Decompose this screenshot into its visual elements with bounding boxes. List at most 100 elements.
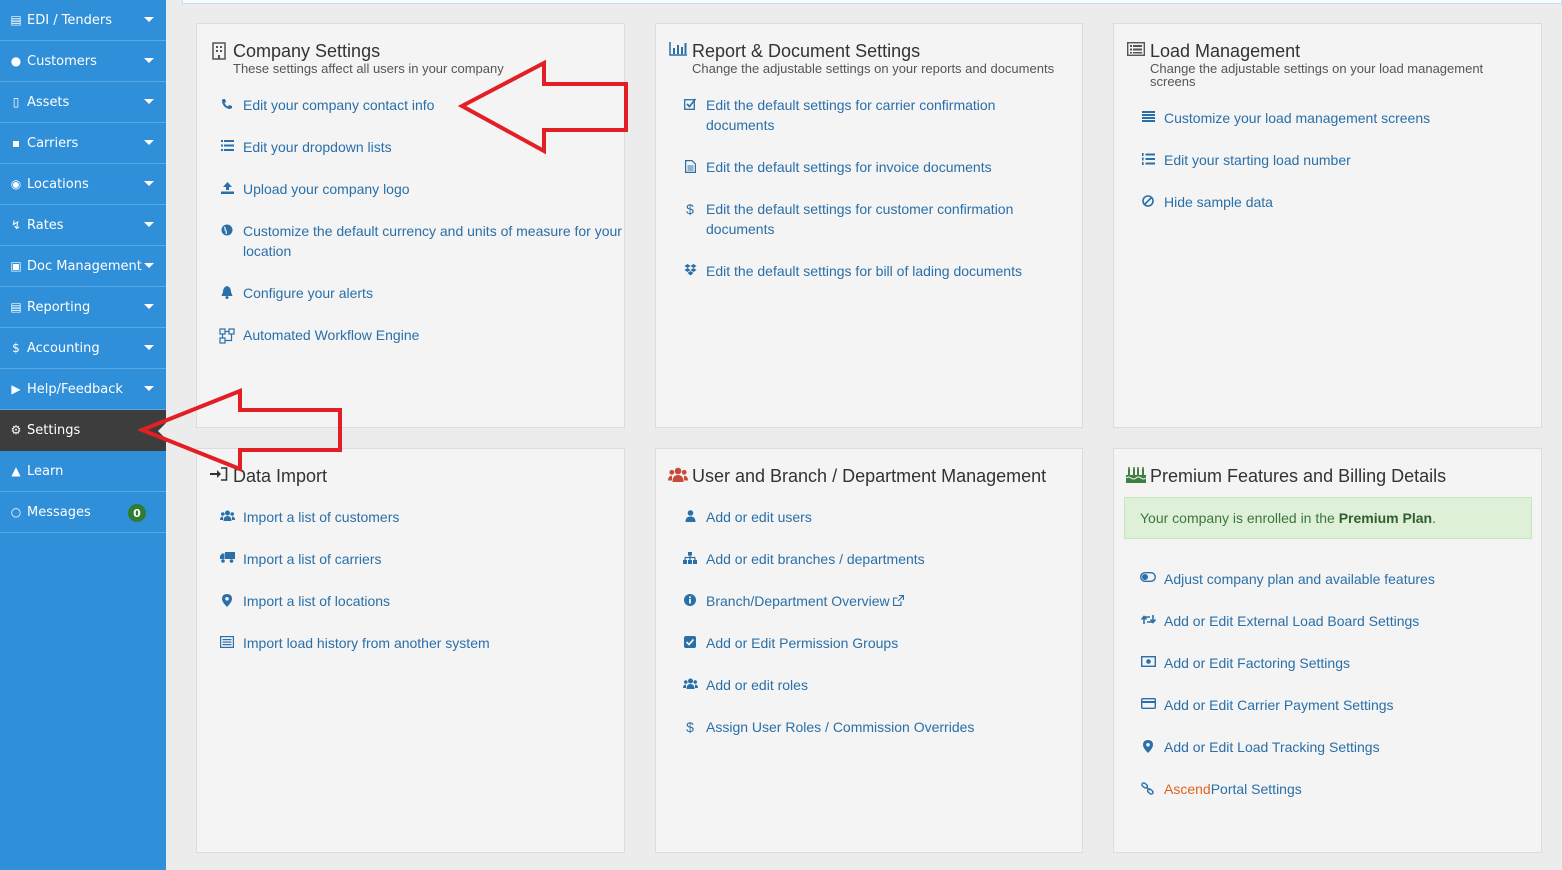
sidebar-item-rates[interactable]: ↯ Rates xyxy=(0,205,166,246)
sidebar-item-carriers[interactable]: ▪ Carriers xyxy=(0,123,166,164)
sidebar-item-reporting[interactable]: ▤ Reporting xyxy=(0,287,166,328)
list-ol-icon xyxy=(1140,153,1156,165)
file-icon: ▣ xyxy=(10,259,22,273)
ascend-brand-text: Ascend xyxy=(1164,781,1211,797)
toggle-on-icon xyxy=(1140,572,1156,582)
adjust-company-plan-link[interactable]: Adjust company plan and available featur… xyxy=(1140,569,1534,589)
sign-in-icon xyxy=(209,467,229,481)
import-customers-link[interactable]: Import a list of customers xyxy=(219,507,623,527)
list-alt-icon xyxy=(1126,42,1146,56)
users-icon xyxy=(219,510,235,522)
bell-icon xyxy=(219,286,235,299)
plan-name: Premium Plan xyxy=(1338,510,1433,526)
workflow-icon xyxy=(219,328,235,344)
edit-starting-load-number-link[interactable]: Edit your starting load number xyxy=(1140,150,1524,170)
dollar-icon: $ xyxy=(686,719,694,735)
external-load-board-settings-link[interactable]: Add or Edit External Load Board Settings xyxy=(1140,611,1534,631)
import-carriers-link[interactable]: Import a list of carriers xyxy=(219,549,623,569)
automated-workflow-engine-link[interactable]: Automated Workflow Engine xyxy=(219,325,623,345)
report-document-settings-card: Report & Document Settings Change the ad… xyxy=(655,23,1083,428)
dropbox-icon xyxy=(682,264,698,276)
chevron-down-icon xyxy=(144,386,154,391)
card-title: Report & Document Settings xyxy=(692,41,921,61)
chevron-down-icon xyxy=(144,345,154,350)
premium-header: Premium Features and Billing Details xyxy=(1126,465,1530,487)
money-icon xyxy=(1140,656,1156,667)
users-icon xyxy=(668,467,688,483)
bolt-icon: ↯ xyxy=(10,218,22,232)
import-load-history-link[interactable]: Import load history from another system xyxy=(219,633,623,653)
sidebar-item-assets[interactable]: ▯ Assets xyxy=(0,82,166,123)
sidebar: ▤ EDI / Tenders ● Customers ▯ Assets ▪ C… xyxy=(0,0,166,870)
card-title: Premium Features and Billing Details xyxy=(1150,466,1447,486)
assign-user-roles-commission-link[interactable]: $ Assign User Roles / Commission Overrid… xyxy=(682,717,1066,737)
sidebar-item-edi-tenders[interactable]: ▤ EDI / Tenders xyxy=(0,0,166,41)
sidebar-item-learn[interactable]: ▲ Learn xyxy=(0,451,166,492)
sidebar-item-help-feedback[interactable]: ▶ Help/Feedback xyxy=(0,369,166,410)
ascendportal-settings-link[interactable]: AscendPortal Settings xyxy=(1140,779,1534,799)
add-edit-permission-groups-link[interactable]: Add or Edit Permission Groups xyxy=(682,633,1066,653)
sitemap-icon xyxy=(682,552,698,564)
users-icon: ● xyxy=(10,54,22,68)
report-settings-header: Report & Document Settings Change the ad… xyxy=(668,40,1082,75)
comment-icon: ○ xyxy=(10,505,22,519)
company-settings-header: Company Settings These settings affect a… xyxy=(209,40,593,75)
chevron-down-icon xyxy=(144,181,154,186)
edit-company-contact-link[interactable]: Edit your company contact info xyxy=(219,95,623,115)
chevron-down-icon xyxy=(144,304,154,309)
plan-enrollment-alert: Your company is enrolled in the Premium … xyxy=(1124,497,1532,539)
card-title: User and Branch / Department Management xyxy=(692,466,1047,486)
branch-department-overview-link[interactable]: Branch/Department Overview xyxy=(682,591,1066,611)
upload-company-logo-link[interactable]: Upload your company logo xyxy=(219,179,623,199)
bullhorn-icon: ▶ xyxy=(11,382,21,396)
list-alt-icon xyxy=(219,636,235,648)
card-subtitle: Change the adjustable settings on your r… xyxy=(692,61,1055,76)
inbox-icon: ▤ xyxy=(10,13,22,27)
globe-icon xyxy=(219,224,235,236)
customize-currency-units-link[interactable]: Customize the default currency and units… xyxy=(219,221,623,261)
ban-icon xyxy=(1140,195,1156,207)
load-management-header: Load Management Change the adjustable se… xyxy=(1126,40,1510,88)
cogs-icon: ⚙ xyxy=(10,423,22,437)
sidebar-item-messages[interactable]: ○ Messages 0 xyxy=(0,492,166,533)
load-tracking-settings-link[interactable]: Add or Edit Load Tracking Settings xyxy=(1140,737,1534,757)
customer-confirmation-settings-link[interactable]: $ Edit the default settings for customer… xyxy=(682,199,1046,239)
sidebar-item-settings[interactable]: ⚙ Settings xyxy=(0,410,166,451)
carrier-confirmation-settings-link[interactable]: Edit the default settings for carrier co… xyxy=(682,95,1046,135)
factoring-settings-link[interactable]: Add or Edit Factoring Settings xyxy=(1140,653,1534,673)
invoice-settings-link[interactable]: Edit the default settings for invoice do… xyxy=(682,157,1046,177)
sidebar-item-locations[interactable]: ◉ Locations xyxy=(0,164,166,205)
hide-sample-data-link[interactable]: Hide sample data xyxy=(1140,192,1524,212)
add-edit-branches-link[interactable]: Add or edit branches / departments xyxy=(682,549,1066,569)
check-square-icon xyxy=(682,636,698,648)
chevron-down-icon xyxy=(144,222,154,227)
file-text-icon: ▤ xyxy=(10,300,22,314)
card-subtitle: These settings affect all users in your … xyxy=(233,61,504,76)
sidebar-item-doc-management[interactable]: ▣ Doc Management xyxy=(0,246,166,287)
edit-dropdown-lists-link[interactable]: Edit your dropdown lists xyxy=(219,137,623,157)
card-title: Load Management xyxy=(1150,41,1301,61)
data-import-header: Data Import xyxy=(209,465,327,487)
bill-of-lading-settings-link[interactable]: Edit the default settings for bill of la… xyxy=(682,261,1046,281)
sidebar-item-customers[interactable]: ● Customers xyxy=(0,41,166,82)
user-icon xyxy=(682,510,698,522)
data-import-card: Data Import Import a list of customers I… xyxy=(196,448,625,853)
add-edit-roles-link[interactable]: Add or edit roles xyxy=(682,675,1066,695)
add-edit-users-link[interactable]: Add or edit users xyxy=(682,507,1066,527)
messages-count-badge: 0 xyxy=(128,504,146,522)
map-marker-icon: ◉ xyxy=(10,177,22,191)
align-justify-icon xyxy=(1140,111,1156,122)
barcode-icon: ▯ xyxy=(12,95,20,109)
customize-load-screens-link[interactable]: Customize your load management screens xyxy=(1140,108,1524,128)
dollar-icon: $ xyxy=(686,201,694,217)
birthday-cake-icon xyxy=(1126,467,1146,483)
truck-icon xyxy=(219,552,235,563)
sidebar-item-accounting[interactable]: $ Accounting xyxy=(0,328,166,369)
configure-alerts-link[interactable]: Configure your alerts xyxy=(219,283,623,303)
carrier-payment-settings-link[interactable]: Add or Edit Carrier Payment Settings xyxy=(1140,695,1534,715)
upload-icon xyxy=(219,182,235,194)
import-locations-link[interactable]: Import a list of locations xyxy=(219,591,623,611)
credit-card-icon xyxy=(1140,698,1156,709)
card-title: Data Import xyxy=(233,466,328,486)
list-icon xyxy=(219,140,235,151)
